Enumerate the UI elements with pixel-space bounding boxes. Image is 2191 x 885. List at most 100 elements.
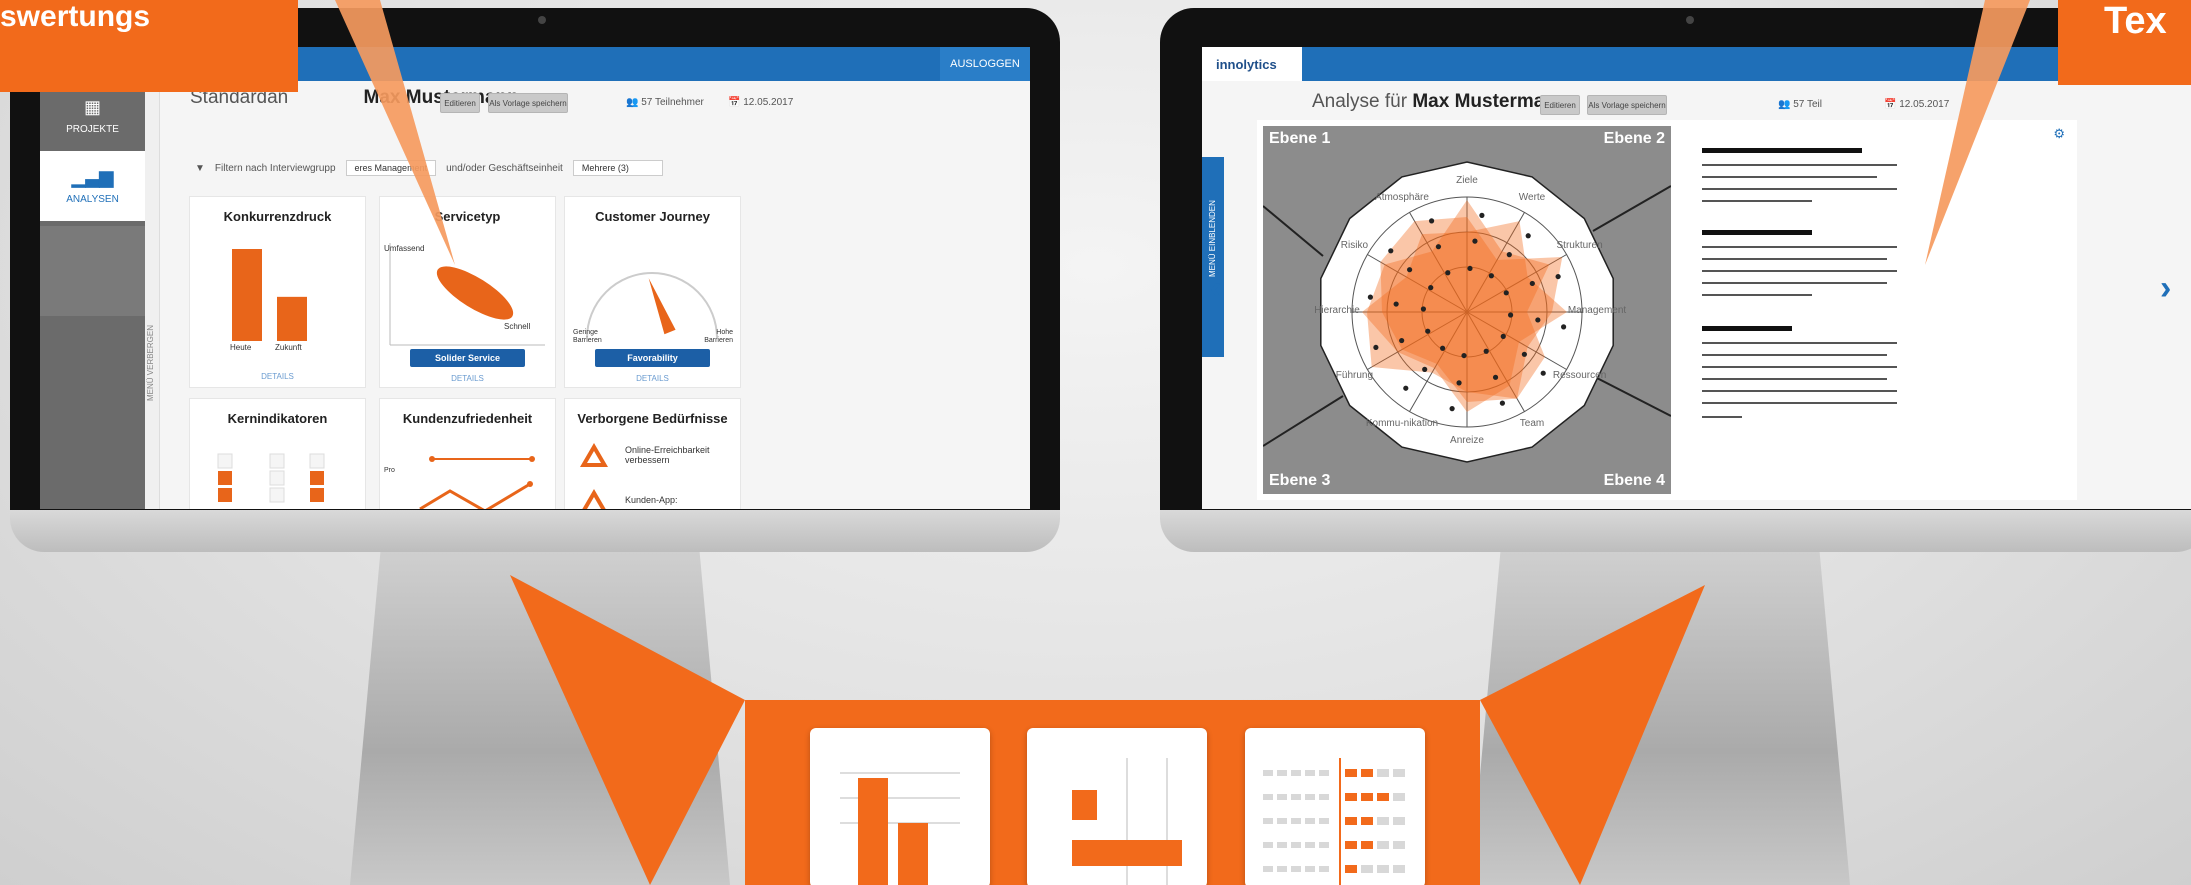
menu-collapse-handle[interactable]: MENÜ VERBERGEN (145, 81, 160, 509)
radar-point (1399, 337, 1405, 344)
nav-subitem (40, 226, 145, 316)
save-template-button[interactable]: Als Vorlage speichern (1587, 95, 1667, 115)
table-cell (1393, 793, 1405, 801)
card-konkurrenzdruck[interactable]: Konkurrenzdruck Heute Zukunft DETAILS (190, 197, 365, 387)
calendar-icon: 📅 (1884, 99, 1900, 110)
card-kundenzufriedenheit[interactable]: Kundenzufriedenheit Pro (380, 399, 555, 509)
interview-group-select[interactable]: eres Management (345, 160, 437, 176)
table-cell (1345, 793, 1357, 801)
radar-point (1435, 244, 1442, 250)
filter-row: ▼ Filtern nach Interviewgrupp eres Manag… (195, 160, 663, 176)
card-title: Verborgene Bedürfnisse (577, 411, 728, 426)
radar-point (1521, 351, 1527, 357)
radar-point (1555, 273, 1561, 280)
table-cell (1277, 866, 1287, 872)
logout-button[interactable]: AUSLOGGEN (940, 47, 1030, 81)
radar-axis-label: Risiko (1340, 240, 1369, 251)
servicetyp-chart (389, 243, 545, 346)
table-cell (1345, 865, 1357, 873)
bottom-feature-panel (745, 700, 1480, 885)
radar-point (1422, 366, 1428, 372)
radar-point (1393, 301, 1399, 307)
table-cell (1263, 818, 1273, 824)
details-link[interactable]: DETAILS (380, 374, 555, 383)
card-verborgene-beduerfnisse[interactable]: Verborgene Bedürfnisse Online-Erreichbar… (565, 399, 740, 509)
radar-axis-label: Atmosphäre (1375, 192, 1429, 204)
quadrant-divider (1592, 185, 1671, 232)
save-template-button[interactable]: Als Vorlage speichern (488, 93, 568, 113)
table-cell (1377, 817, 1389, 825)
card-kernindikatoren[interactable]: Kernindikatoren (190, 399, 365, 509)
gauge-needle (648, 278, 676, 335)
quadrant-divider (1592, 375, 1671, 417)
warning-icon (580, 443, 608, 467)
radar-point (1420, 306, 1427, 312)
table-cell (1263, 794, 1273, 800)
radar-point (1507, 312, 1514, 318)
nav-item-analysen[interactable]: ▁▃▆ ANALYSEN (40, 151, 145, 221)
radar-axis-label: Management (1567, 305, 1627, 316)
participants-count: 👥 57 Teil (1778, 99, 1822, 110)
radar-point (1403, 385, 1409, 391)
radar-point (1506, 252, 1512, 258)
radar-point (1367, 294, 1373, 300)
chevron-left-icon[interactable]: ‹ (1210, 269, 1221, 308)
filter-icon: ▼ (195, 162, 205, 174)
edit-button[interactable]: Editieren (1540, 95, 1580, 115)
card-servicetyp[interactable]: Servicetyp Umfassend Schnell Solider Ser… (380, 197, 555, 387)
people-icon: 👥 (1778, 99, 1794, 110)
radar-point (1488, 273, 1494, 279)
table-cell (1305, 866, 1315, 872)
details-link[interactable]: DETAILS (565, 374, 740, 383)
card-title: Customer Journey (595, 209, 710, 224)
table-cell (1393, 841, 1405, 849)
radar-axis-label: Anreize (1450, 435, 1484, 446)
callout-top-right: Tex (2058, 0, 2191, 85)
table-cell (1319, 770, 1329, 776)
table-cell (1361, 817, 1373, 825)
radar-axis-label: Ziele (1456, 175, 1478, 186)
radar-axis-label: Kommu-nikation (1365, 417, 1439, 429)
radar-axis-label: Führung (1335, 370, 1374, 381)
radar-point (1445, 270, 1451, 276)
table-cell (1305, 770, 1315, 776)
table-cell (1345, 817, 1357, 825)
table-cell (1277, 794, 1287, 800)
business-unit-select[interactable]: Mehrere (3) (572, 160, 663, 176)
details-link[interactable]: DETAILS (190, 372, 365, 381)
table-cell (1361, 841, 1373, 849)
table-cell (1291, 842, 1301, 848)
menu-show-tab[interactable]: MENÜ EINBLENDEN (1202, 157, 1224, 357)
chevron-right-icon[interactable]: › (2160, 269, 2171, 308)
solider-service-button[interactable]: Solider Service (410, 349, 525, 367)
kundenzufriedenheit-chart (419, 456, 535, 509)
table-icon-card (1245, 728, 1425, 885)
radar-axis-label: Team (1519, 417, 1545, 429)
people-icon: 👥 (626, 97, 642, 108)
quadrant-label-1: Ebene 1 (1269, 130, 1331, 147)
table-cell (1277, 770, 1287, 776)
calendar-icon: 📅 (728, 97, 744, 108)
favorability-button[interactable]: Favorability (595, 349, 710, 367)
nav-label: PROJEKTE (66, 124, 119, 135)
innolytics-logo: innolytics (1202, 47, 1302, 81)
table-cell (1377, 769, 1389, 777)
radar-point (1456, 380, 1462, 386)
table-cell (1393, 769, 1405, 777)
analysis-panel: Ebene 1 Ebene 2 Ebene 3 Ebene 4 Ziele Wer… (1257, 120, 2077, 500)
table-cell (1305, 842, 1315, 848)
radar-point (1428, 285, 1434, 291)
edit-button[interactable]: Editieren (440, 93, 480, 113)
card-customer-journey[interactable]: Customer Journey Geringe Barrieren Hohe … (565, 197, 740, 387)
radar-point (1449, 406, 1455, 412)
kernindikatoren-chart (217, 453, 325, 503)
table-cell (1319, 818, 1329, 824)
gear-icon[interactable]: ⚙ (2053, 126, 2065, 142)
radar-point (1479, 212, 1485, 218)
radar-point (1492, 374, 1499, 380)
radar-point (1440, 345, 1446, 351)
table-cell (1361, 865, 1373, 873)
radar-point (1467, 265, 1473, 272)
quadrant-label-3: Ebene 3 (1269, 472, 1331, 489)
table-cell (1263, 770, 1273, 776)
